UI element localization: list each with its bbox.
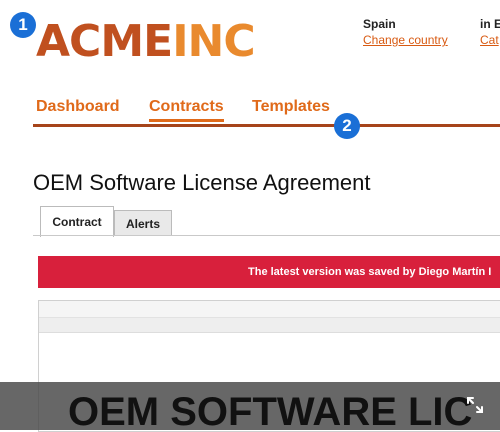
nav-dashboard[interactable]: Dashboard (36, 98, 120, 119)
tab-contract[interactable]: Contract (40, 206, 114, 237)
expand-icon[interactable] (466, 396, 484, 414)
editor-subtoolbar (39, 318, 500, 333)
nav-contracts[interactable]: Contracts (149, 98, 224, 122)
change-country-link[interactable]: Change country (363, 33, 448, 47)
logo-part-inc: INC (172, 16, 255, 67)
catalog-link[interactable]: Cat (480, 33, 499, 47)
nav-divider (33, 124, 500, 127)
version-alert: The latest version was saved by Diego Ma… (38, 256, 500, 288)
tab-alerts[interactable]: Alerts (114, 210, 172, 236)
acme-logo[interactable]: ACMEINC (36, 14, 256, 70)
document-preview-overlay: OEM SOFTWARE LIC (0, 382, 500, 430)
preview-heading: OEM SOFTWARE LIC (68, 390, 473, 430)
language-prefix: in E (480, 17, 500, 31)
alert-text: The latest version was saved by Diego Ma… (248, 266, 492, 278)
current-country: Spain (363, 17, 396, 31)
language-selector: in E Cat (480, 16, 500, 48)
page-title: OEM Software License Agreement (33, 170, 371, 195)
country-selector: Spain Change country (363, 16, 448, 48)
callout-badge-1: 1 (10, 12, 36, 38)
tab-divider (33, 235, 500, 236)
nav-templates[interactable]: Templates (252, 98, 330, 119)
logo-part-acme: ACME (36, 16, 173, 67)
editor-toolbar (39, 301, 500, 318)
callout-badge-2: 2 (334, 113, 360, 139)
